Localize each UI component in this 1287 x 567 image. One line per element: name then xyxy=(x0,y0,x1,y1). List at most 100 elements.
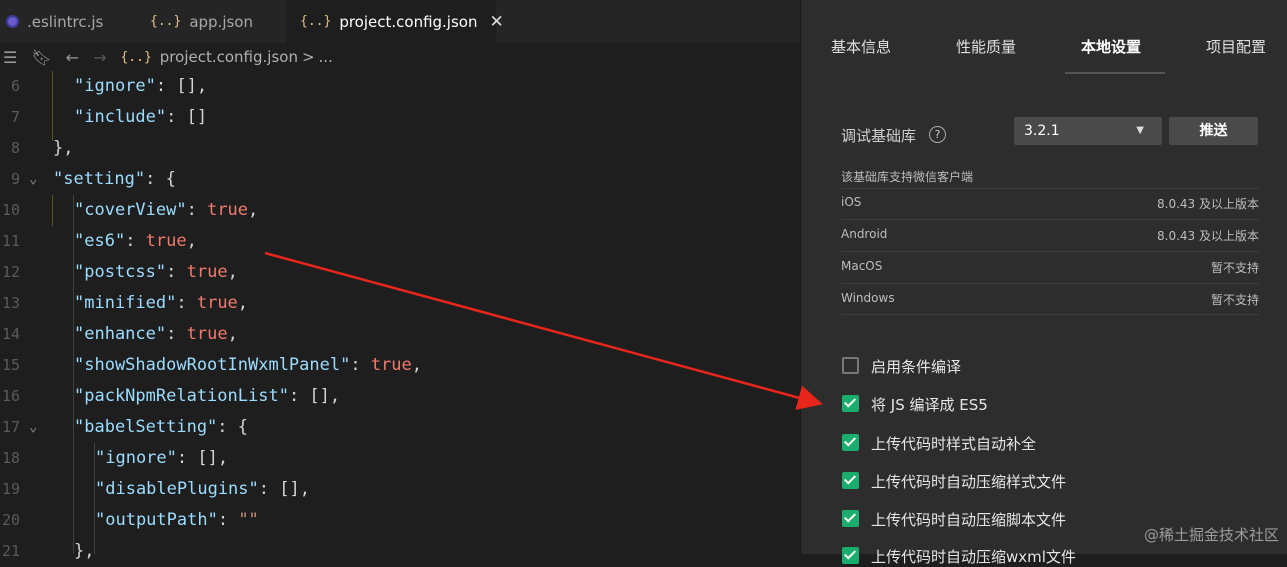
code-line[interactable]: 15 "showShadowRootInWxmlPanel": true, xyxy=(0,350,800,381)
support-title: 该基础库支持微信客户端 xyxy=(841,170,974,184)
platform-name: iOS xyxy=(841,195,862,209)
tab-label: project.config.json xyxy=(339,12,478,31)
code-line[interactable]: 11 "es6": true, xyxy=(0,226,800,257)
code-text: "postcss": true, xyxy=(74,257,238,288)
tab-local-settings[interactable]: 本地设置 xyxy=(1081,36,1141,57)
line-number: 19 xyxy=(1,480,20,498)
code-line[interactable]: 16 "packNpmRelationList": [], xyxy=(0,381,800,412)
code-token: , xyxy=(237,293,249,313)
push-button[interactable]: 推送 xyxy=(1169,117,1258,145)
code-token: "outputPath" xyxy=(95,510,218,530)
code-token: : [] xyxy=(166,107,208,127)
tab-project-config-json[interactable]: {..} project.config.json ✕ xyxy=(286,0,504,43)
code-text: "coverView": true, xyxy=(74,195,258,226)
platform-name: MacOS xyxy=(841,259,883,273)
code-line[interactable]: 8}, xyxy=(0,133,800,164)
back-arrow-icon[interactable]: ← xyxy=(66,48,79,67)
menu-icon[interactable]: ☰ xyxy=(3,48,17,67)
code-text: "babelSetting": { xyxy=(74,412,248,443)
code-line[interactable]: 13 "minified": true, xyxy=(0,288,800,319)
line-number: 10 xyxy=(1,201,20,219)
code-token: "es6" xyxy=(74,231,126,251)
chevron-down-icon: ▼ xyxy=(1136,125,1144,136)
fold-chevron-icon[interactable]: ⌄ xyxy=(29,164,37,195)
code-line[interactable]: 12 "postcss": true, xyxy=(0,257,800,288)
breadcrumb-more[interactable]: ... xyxy=(319,48,333,66)
code-line[interactable]: 7 "include": [] xyxy=(0,102,800,133)
code-token: "ignore" xyxy=(95,448,177,468)
platform-value: 8.0.43 及以上版本 xyxy=(1157,197,1259,211)
breadcrumb-separator: > xyxy=(301,48,315,66)
checkbox-es6-to-es5[interactable] xyxy=(842,395,859,412)
json-braces-icon: {..} xyxy=(300,14,332,29)
platform-value: 8.0.43 及以上版本 xyxy=(1157,229,1259,243)
code-area[interactable]: 6 "ignore": [], 7 "include": [] 8}, 9 ⌄ "settin… xyxy=(0,71,800,561)
code-text: "enhance": true, xyxy=(74,319,238,350)
json-braces-icon: {..} xyxy=(150,14,182,29)
code-token: : xyxy=(350,355,371,375)
code-line[interactable]: 19 "disablePlugins": [], xyxy=(0,474,800,505)
code-text: "packNpmRelationList": [], xyxy=(74,381,340,412)
code-text: "ignore": [], xyxy=(95,443,228,474)
option-label: 上传代码时自动压缩脚本文件 xyxy=(871,511,1067,529)
code-line[interactable]: 10 "coverView": true, xyxy=(0,195,800,226)
option-label: 将 JS 编译成 ES5 xyxy=(871,396,988,414)
checkbox-minify-style[interactable] xyxy=(842,472,859,489)
code-token: "postcss" xyxy=(74,262,167,282)
version-select[interactable]: 3.2.1 ▼ xyxy=(1014,117,1162,145)
debug-lib-label: 调试基础库 xyxy=(841,127,917,145)
checkbox-minify-script[interactable] xyxy=(842,510,859,527)
code-line[interactable]: 6 "ignore": [], xyxy=(0,71,800,102)
close-icon[interactable]: ✕ xyxy=(489,12,503,32)
code-token: : [], xyxy=(288,386,341,406)
code-token: : [], xyxy=(155,76,208,96)
forward-arrow-icon[interactable]: → xyxy=(93,48,106,67)
bookmark-icon[interactable]: 🔖︎ xyxy=(31,48,51,67)
fold-chevron-icon[interactable]: ⌄ xyxy=(29,412,37,443)
platform-value: 暂不支持 xyxy=(1210,261,1259,275)
tab-project-config[interactable]: 项目配置 xyxy=(1206,36,1266,57)
platform-name: Android xyxy=(841,227,888,241)
checkbox-conditional-compile[interactable] xyxy=(842,357,859,374)
code-token: true xyxy=(207,200,249,220)
divider xyxy=(841,219,1259,220)
line-number: 14 xyxy=(1,325,20,343)
code-token: : { xyxy=(217,417,249,437)
tab-app-json[interactable]: {..} app.json xyxy=(138,0,286,43)
checkbox-minify-wxml[interactable] xyxy=(842,547,859,564)
tab-eslintrc[interactable]: .eslintrc.js xyxy=(0,0,138,43)
code-line[interactable]: 21}, xyxy=(0,536,800,567)
code-token: , xyxy=(411,355,423,375)
code-line[interactable]: 9 ⌄ "setting": { xyxy=(0,164,800,195)
line-number: 8 xyxy=(10,139,20,157)
code-token: }, xyxy=(74,541,95,561)
line-number: 13 xyxy=(1,294,20,312)
code-text: "es6": true, xyxy=(74,226,197,257)
platform-value: 暂不支持 xyxy=(1210,293,1259,307)
option-label: 上传代码时自动压缩样式文件 xyxy=(871,473,1067,491)
code-token: "" xyxy=(238,510,259,530)
checkbox-style-autoprefix[interactable] xyxy=(842,434,859,451)
line-number: 21 xyxy=(1,542,20,560)
divider xyxy=(841,283,1259,284)
code-token: "coverView" xyxy=(74,200,187,220)
line-number: 11 xyxy=(1,232,20,250)
tab-basic-info[interactable]: 基本信息 xyxy=(831,36,891,57)
code-token: true xyxy=(186,324,228,344)
line-number: 18 xyxy=(1,449,20,467)
code-line[interactable]: 18 "ignore": [], xyxy=(0,443,800,474)
tab-performance[interactable]: 性能质量 xyxy=(956,36,1016,57)
code-token: : xyxy=(186,200,208,220)
line-number: 6 xyxy=(10,77,20,95)
breadcrumb-file[interactable]: project.config.json xyxy=(160,48,298,66)
code-text: }, xyxy=(74,536,94,567)
code-line[interactable]: 20 "outputPath": "" xyxy=(0,505,800,536)
settings-panel: 基本信息 性能质量 本地设置 项目配置 调试基础库 ? 3.2.1 ▼ 推送 该… xyxy=(800,0,1287,566)
breadcrumb: ☰ 🔖︎ ← → {..} project.config.json > ... xyxy=(0,43,800,71)
code-token: true xyxy=(196,293,238,313)
code-line[interactable]: 17 ⌄ "babelSetting": { xyxy=(0,412,800,443)
option-label: 上传代码时自动压缩wxml文件 xyxy=(871,548,1076,566)
help-icon[interactable]: ? xyxy=(929,126,946,143)
code-line[interactable]: 14 "enhance": true, xyxy=(0,319,800,350)
option-label: 启用条件编译 xyxy=(871,358,962,376)
